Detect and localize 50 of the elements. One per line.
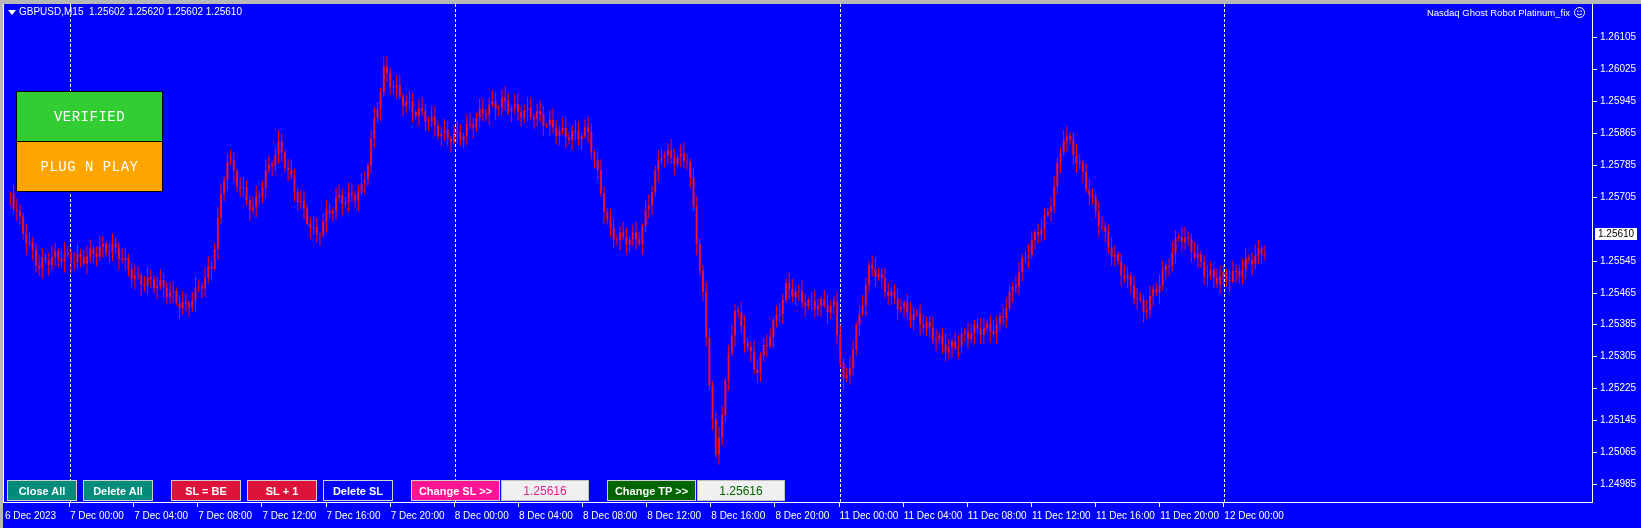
status-panel: PLUG N PLAY	[16, 141, 163, 192]
time-label: 8 Dec 20:00	[775, 510, 830, 522]
time-label: 11 Dec 04:00	[903, 510, 963, 522]
time-label: 11 Dec 08:00	[967, 510, 1027, 522]
time-label: 12 Dec 00:00	[1224, 510, 1284, 522]
price-label: 1.25305	[1600, 350, 1637, 363]
price-label: 1.25945	[1600, 94, 1637, 107]
chart-button[interactable]: SL + 1	[247, 480, 317, 501]
chart-button[interactable]: Change TP >>	[607, 480, 696, 501]
time-label: 8 Dec 08:00	[583, 510, 637, 522]
time-label: 11 Dec 20:00	[1160, 510, 1219, 522]
status-panel: VERIFIED	[16, 91, 163, 142]
time-label: 7 Dec 12:00	[262, 510, 317, 522]
price-label: 1.25705	[1600, 190, 1637, 203]
symbol-quote-line: GBPUSD,M15 1.25602 1.25620 1.25602 1.25610	[19, 6, 242, 17]
dropdown-triangle-icon[interactable]	[8, 10, 16, 15]
price-label: 1.26025	[1600, 62, 1637, 75]
price-label: 1.25385	[1600, 318, 1637, 331]
price-input-field[interactable]: 1.25616	[697, 480, 785, 501]
time-label: 11 Dec 12:00	[1031, 510, 1091, 522]
time-label: 8 Dec 16:00	[711, 510, 766, 522]
price-label: 1.25865	[1600, 126, 1637, 139]
current-price-label: 1.25610	[1595, 228, 1638, 240]
expert-name: Nasdaq Ghost Robot Platinum_fix	[1426, 7, 1570, 18]
chart-button[interactable]: Change SL >>	[411, 480, 500, 501]
price-label: 1.24985	[1600, 478, 1637, 491]
smiley-icon	[1574, 7, 1585, 18]
price-label: 1.25065	[1600, 446, 1637, 459]
price-input-field[interactable]: 1.25616	[501, 480, 589, 501]
price-label: 1.25545	[1600, 254, 1637, 267]
time-label: 11 Dec 16:00	[1096, 510, 1155, 522]
time-label: 8 Dec 12:00	[647, 510, 702, 522]
time-label: 7 Dec 08:00	[198, 510, 253, 522]
time-label: 8 Dec 00:00	[454, 510, 509, 522]
time-label: 7 Dec 16:00	[326, 510, 381, 522]
chart-button[interactable]: SL = BE	[171, 480, 241, 501]
price-label: 1.26105	[1600, 31, 1637, 43]
time-label: 11 Dec 00:00	[839, 510, 899, 522]
price-label: 1.25225	[1600, 382, 1637, 395]
time-label: 6 Dec 2023	[5, 510, 57, 522]
chart-button[interactable]: Delete All	[83, 480, 153, 501]
chart-button[interactable]: Delete SL	[323, 480, 393, 501]
price-label: 1.25785	[1600, 158, 1637, 171]
price-label: 1.25465	[1600, 286, 1637, 299]
time-label: 8 Dec 04:00	[518, 510, 573, 522]
chart-button[interactable]: Close All	[7, 480, 77, 501]
price-label: 1.25145	[1600, 414, 1637, 427]
time-label: 7 Dec 20:00	[390, 510, 445, 522]
time-label: 7 Dec 00:00	[70, 510, 124, 522]
time-label: 7 Dec 04:00	[134, 510, 189, 522]
